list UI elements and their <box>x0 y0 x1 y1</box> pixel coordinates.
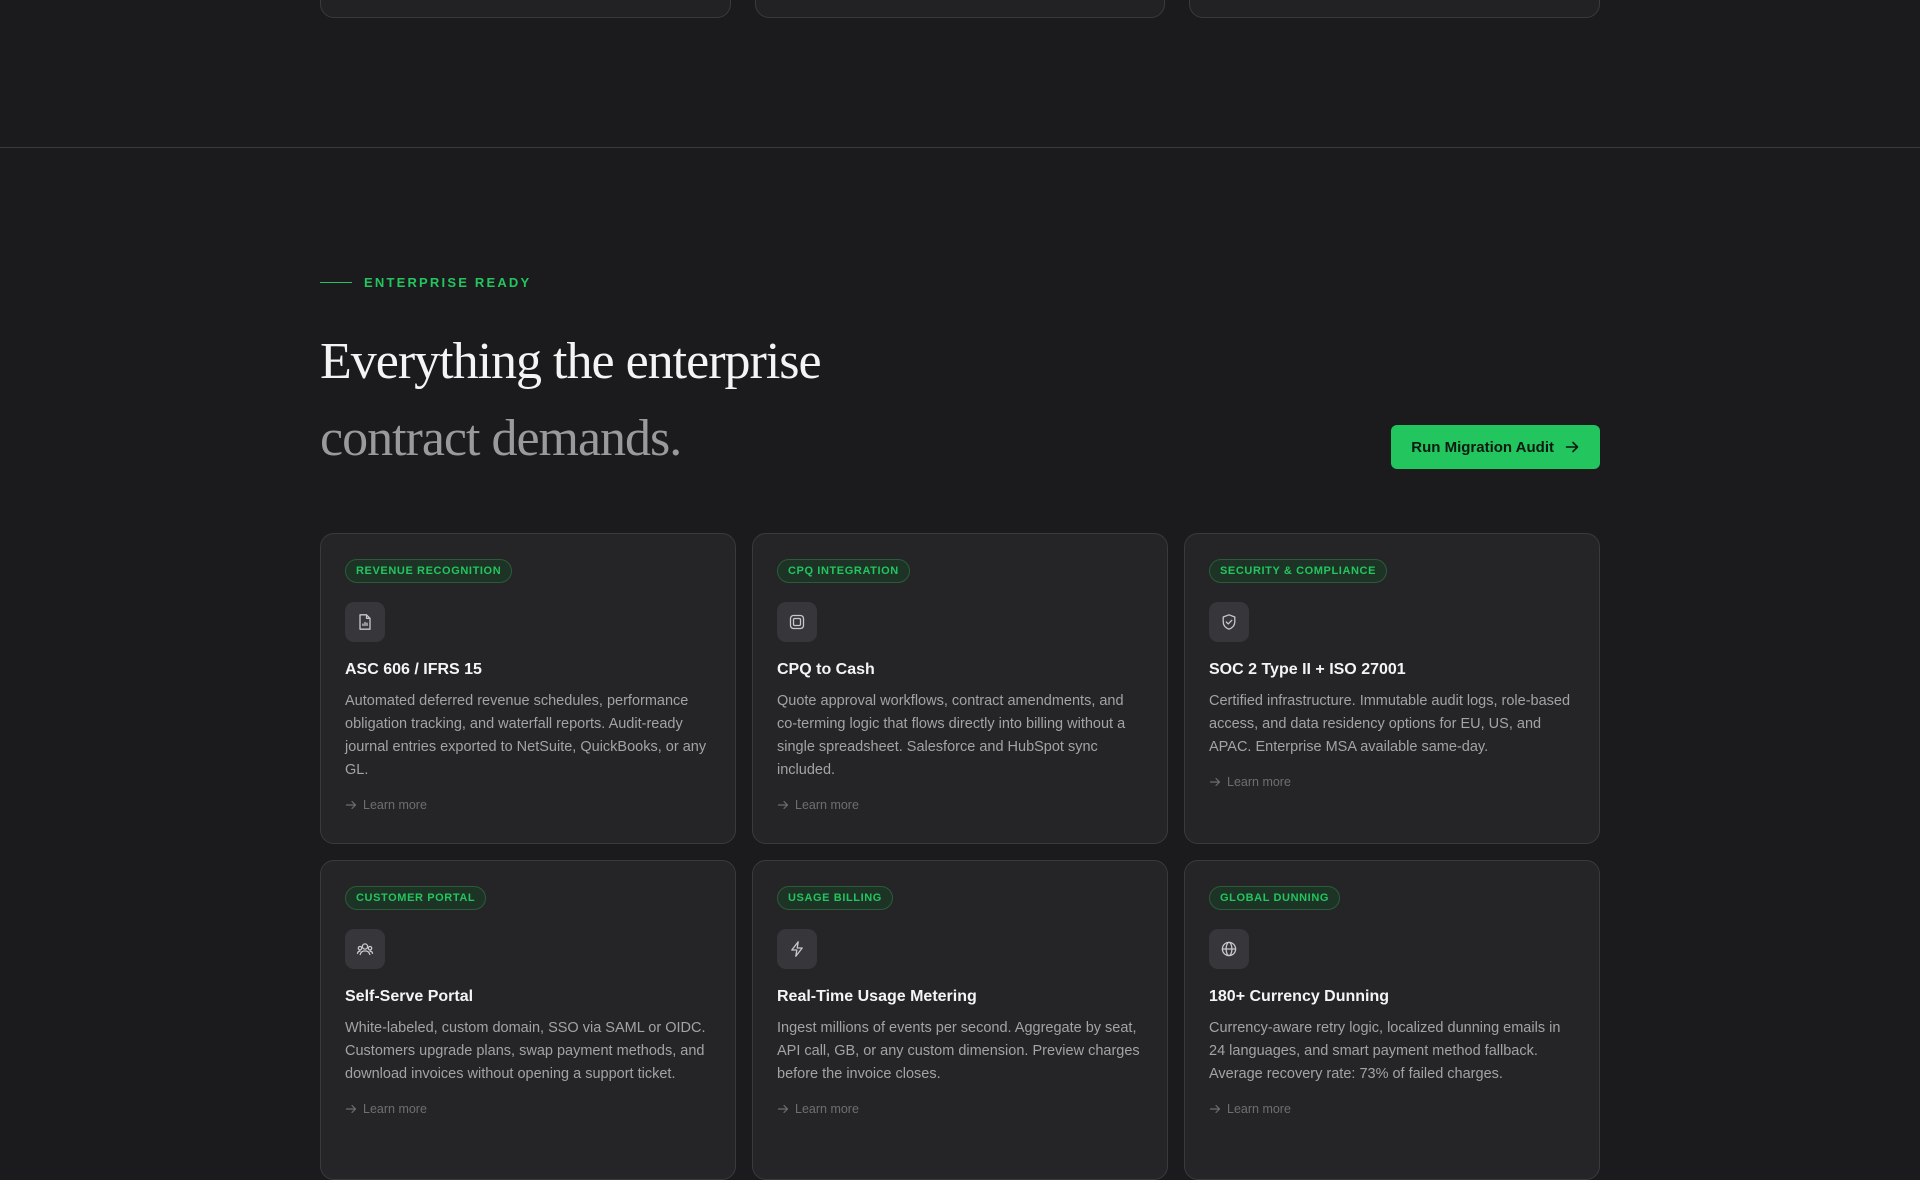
cta-label: Run Migration Audit <box>1411 438 1554 456</box>
card-description: Currency-aware retry logic, localized du… <box>1209 1020 1561 1082</box>
arrow-right-icon <box>345 1104 357 1114</box>
feature-card-cpq-integration[interactable]: CPQ INTEGRATION CPQ to Cash Quote approv… <box>752 533 1168 844</box>
card-title: Self-Serve Portal <box>345 988 474 1005</box>
headline-line-2: contract demands. <box>320 410 682 467</box>
previous-card <box>755 0 1165 18</box>
eyebrow: ENTERPRISE READY <box>320 275 531 290</box>
learn-more-label: Learn more <box>363 798 427 812</box>
shield-check-icon <box>1222 614 1236 630</box>
learn-more-link[interactable]: Learn more <box>1209 1102 1575 1116</box>
feature-card-customer-portal[interactable]: CUSTOMER PORTAL Self-Serve Portal White-… <box>320 860 736 1180</box>
card-badge: CUSTOMER PORTAL <box>345 886 487 910</box>
card-icon-box <box>345 602 385 642</box>
previous-card <box>320 0 731 18</box>
card-description: White-labeled, custom domain, SSO via SA… <box>345 1020 706 1082</box>
card-icon-box <box>777 929 817 969</box>
headline-line-1: Everything the enterprise <box>320 333 822 390</box>
previous-card <box>1189 0 1600 18</box>
eyebrow-text: ENTERPRISE READY <box>364 275 532 290</box>
learn-more-link[interactable]: Learn more <box>1209 775 1575 789</box>
card-title: SOC 2 Type II + ISO 27001 <box>1209 661 1406 678</box>
card-description: Quote approval workflows, contract amend… <box>777 693 1126 778</box>
feature-card-revenue-recognition[interactable]: REVENUE RECOGNITION ASC 606 / IFRS 15 Au… <box>320 533 736 844</box>
learn-more-link[interactable]: Learn more <box>345 798 711 812</box>
card-badge: USAGE BILLING <box>777 886 893 910</box>
feature-grid: REVENUE RECOGNITION ASC 606 / IFRS 15 Au… <box>320 533 1600 1180</box>
learn-more-label: Learn more <box>1227 775 1291 789</box>
feature-card-security-compliance[interactable]: SECURITY & COMPLIANCE SOC 2 Type II + IS… <box>1184 533 1600 844</box>
learn-more-label: Learn more <box>1227 1102 1291 1116</box>
learn-more-label: Learn more <box>795 798 859 812</box>
card-title: Real-Time Usage Metering <box>777 988 977 1005</box>
run-migration-audit-button[interactable]: Run Migration Audit <box>1391 425 1600 469</box>
card-badge: SECURITY & COMPLIANCE <box>1209 559 1388 583</box>
arrow-right-icon <box>1209 1104 1221 1114</box>
learn-more-label: Learn more <box>363 1102 427 1116</box>
arrow-right-icon <box>345 800 357 810</box>
card-title: 180+ Currency Dunning <box>1209 988 1390 1005</box>
card-icon-box <box>345 929 385 969</box>
learn-more-label: Learn more <box>795 1102 859 1116</box>
chip-icon <box>789 614 805 630</box>
card-icon-box <box>777 602 817 642</box>
arrow-right-icon <box>1209 777 1221 787</box>
card-badge: CPQ INTEGRATION <box>777 559 910 583</box>
card-description: Automated deferred revenue schedules, pe… <box>345 693 707 778</box>
globe-icon <box>1221 941 1237 957</box>
document-icon <box>359 614 371 630</box>
eyebrow-line <box>320 282 352 283</box>
lightning-icon <box>791 941 803 957</box>
feature-card-usage-billing[interactable]: USAGE BILLING Real-Time Usage Metering I… <box>752 860 1168 1180</box>
card-title: CPQ to Cash <box>777 661 875 678</box>
card-title: ASC 606 / IFRS 15 <box>345 661 482 678</box>
arrow-right-icon <box>777 1104 789 1114</box>
section-headline: Everything the enterprise contract deman… <box>320 323 822 477</box>
card-icon-box <box>1209 929 1249 969</box>
card-badge: REVENUE RECOGNITION <box>345 559 513 583</box>
learn-more-link[interactable]: Learn more <box>345 1102 711 1116</box>
arrow-right-icon <box>1565 441 1579 453</box>
feature-card-global-dunning[interactable]: GLOBAL DUNNING 180+ Currency Dunning Cur… <box>1184 860 1600 1180</box>
card-description: Ingest millions of events per second. Ag… <box>777 1020 1140 1082</box>
card-description: Certified infrastructure. Immutable audi… <box>1209 693 1571 755</box>
previous-section <box>0 0 1920 148</box>
arrow-right-icon <box>777 800 789 810</box>
users-icon <box>356 943 374 956</box>
learn-more-link[interactable]: Learn more <box>777 1102 1143 1116</box>
learn-more-link[interactable]: Learn more <box>777 798 1143 812</box>
card-badge: GLOBAL DUNNING <box>1209 886 1341 910</box>
card-icon-box <box>1209 602 1249 642</box>
